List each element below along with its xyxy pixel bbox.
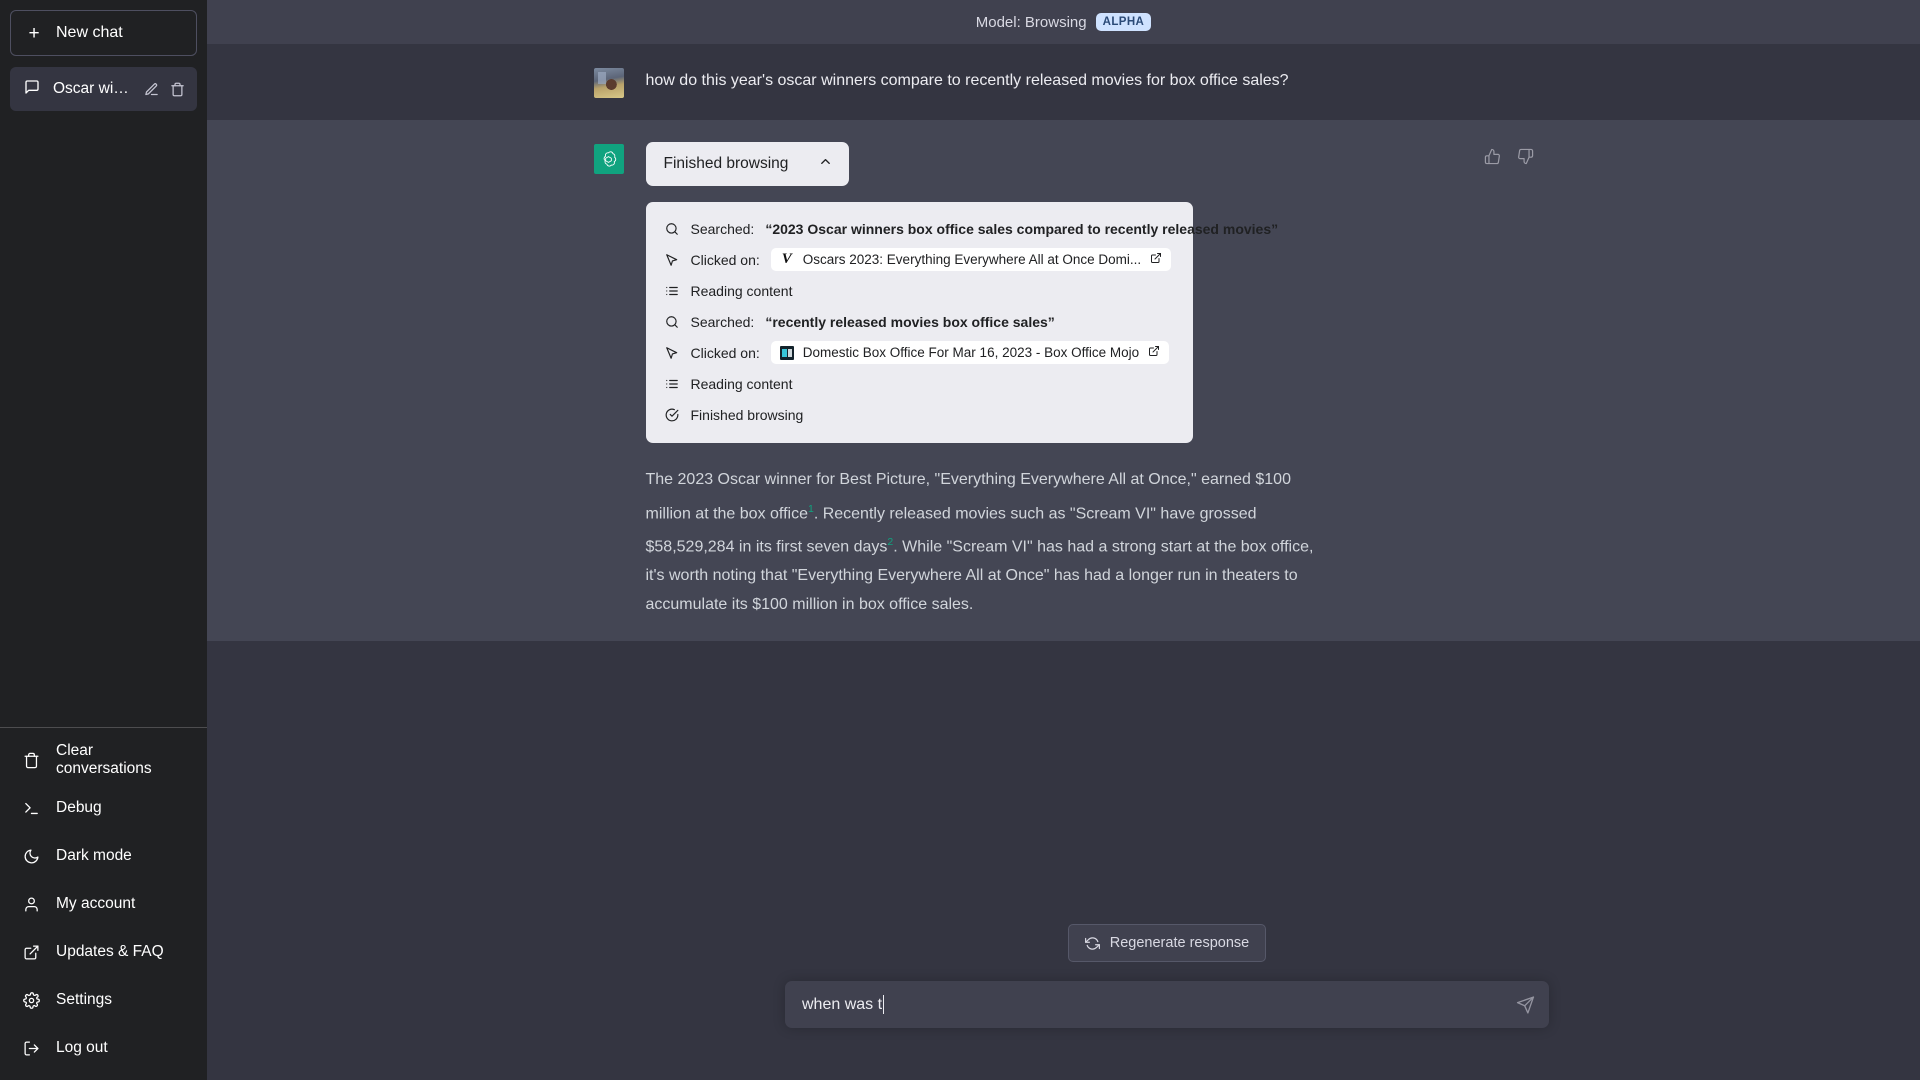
- sidebar-item-log-out[interactable]: Log out: [0, 1024, 207, 1072]
- user-message-body: how do this year's oscar winners compare…: [646, 66, 1534, 98]
- search-icon: [664, 221, 680, 237]
- external-link-icon: [1148, 345, 1160, 360]
- conversation-list: Oscar winners: [10, 67, 197, 111]
- list-icon: [664, 376, 680, 392]
- source-link-chip-variety[interactable]: V Oscars 2023: Everything Everywhere All…: [771, 248, 1171, 271]
- sidebar-menu: Clear conversations Debug Dark mode My a…: [0, 727, 207, 1080]
- finished-browsing-label: Finished browsing: [664, 155, 789, 173]
- new-chat-button[interactable]: + New chat: [10, 10, 197, 56]
- sidebar-item-label: Log out: [56, 1039, 108, 1057]
- moon-icon: [22, 847, 40, 865]
- user-message-row: how do this year's oscar winners compare…: [207, 44, 1920, 120]
- message-input[interactable]: when was t: [802, 995, 1501, 1014]
- browse-step-click-2: Clicked on: Domestic Box Office For Mar …: [664, 340, 1175, 365]
- browsing-steps-panel: Searched: “2023 Oscar winners box office…: [646, 202, 1193, 443]
- thumbs-down-icon[interactable]: [1517, 148, 1534, 165]
- assistant-answer-text: The 2023 Oscar winner for Best Picture, …: [646, 466, 1336, 619]
- main-area: Model: Browsing ALPHA how do this year's…: [207, 0, 1920, 1080]
- sidebar-item-debug[interactable]: Debug: [0, 784, 207, 832]
- step-label: Finished browsing: [691, 407, 804, 423]
- external-link-icon: [22, 943, 40, 961]
- browse-step-search-2: Searched: “recently released movies box …: [664, 309, 1175, 334]
- list-icon: [664, 283, 680, 299]
- person-icon: [22, 895, 40, 913]
- sidebar-item-clear-conversations[interactable]: Clear conversations: [0, 736, 207, 784]
- gear-icon: [22, 991, 40, 1009]
- conversation-title: Oscar winners: [53, 80, 131, 98]
- browse-step-click-1: Clicked on: V Oscars 2023: Everything Ev…: [664, 247, 1175, 272]
- message-inner: Finished browsing Searched: [594, 120, 1534, 641]
- assistant-message-row: Finished browsing Searched: [207, 120, 1920, 641]
- new-chat-label: New chat: [56, 24, 123, 42]
- conversation-actions: [144, 82, 185, 97]
- browse-step-search-1: Searched: “2023 Oscar winners box office…: [664, 216, 1175, 241]
- variety-favicon-icon: V: [780, 253, 794, 267]
- sidebar-item-my-account[interactable]: My account: [0, 880, 207, 928]
- browse-step-reading-2: Reading content: [664, 371, 1175, 396]
- sidebar-item-settings[interactable]: Settings: [0, 976, 207, 1024]
- source-link-title: Domestic Box Office For Mar 16, 2023 - B…: [803, 345, 1139, 360]
- step-label: Searched:: [691, 314, 755, 330]
- step-label: Reading content: [691, 376, 793, 392]
- source-link-chip-boxofficemojo[interactable]: Domestic Box Office For Mar 16, 2023 - B…: [771, 341, 1169, 364]
- regenerate-response-label: Regenerate response: [1110, 935, 1249, 951]
- avatar: [594, 142, 624, 619]
- alpha-badge: ALPHA: [1096, 13, 1152, 31]
- refresh-icon: [1085, 936, 1100, 951]
- composer-zone: Regenerate response when was t: [414, 908, 1920, 1080]
- browse-step-reading-1: Reading content: [664, 278, 1175, 303]
- sidebar-item-updates-faq[interactable]: Updates & FAQ: [0, 928, 207, 976]
- assistant-message-body: Finished browsing Searched: [646, 142, 1442, 619]
- message-inner: how do this year's oscar winners compare…: [594, 44, 1534, 120]
- user-message-text: how do this year's oscar winners compare…: [646, 66, 1534, 95]
- logout-icon: [22, 1039, 40, 1057]
- browse-step-finished: Finished browsing: [664, 402, 1175, 427]
- check-circle-icon: [664, 407, 680, 423]
- step-query: “2023 Oscar winners box office sales com…: [765, 221, 1278, 237]
- model-label: Model: Browsing: [976, 14, 1087, 31]
- step-label: Reading content: [691, 283, 793, 299]
- cursor-icon: [664, 252, 680, 268]
- message-input-value: when was t: [802, 996, 882, 1014]
- sidebar-item-label: Updates & FAQ: [56, 943, 164, 961]
- terminal-icon: [22, 799, 40, 817]
- chat-bubble-icon: [24, 79, 40, 100]
- sidebar: + New chat Oscar winners: [0, 0, 207, 1080]
- chatgpt-logo-icon: [594, 144, 624, 174]
- plus-icon: +: [26, 24, 42, 43]
- regenerate-response-button[interactable]: Regenerate response: [1068, 924, 1266, 962]
- boxofficemojo-favicon-icon: [780, 346, 794, 360]
- message-composer[interactable]: when was t: [785, 981, 1549, 1028]
- external-link-icon: [1150, 252, 1162, 267]
- thumbs-up-icon[interactable]: [1484, 148, 1501, 165]
- sidebar-item-label: Settings: [56, 991, 112, 1009]
- model-bar: Model: Browsing ALPHA: [207, 0, 1920, 44]
- step-query: “recently released movies box office sal…: [765, 314, 1054, 330]
- user-avatar-image: [594, 68, 624, 98]
- step-label: Clicked on:: [691, 345, 760, 361]
- step-label: Searched:: [691, 221, 755, 237]
- sidebar-spacer: [10, 111, 197, 727]
- trash-icon[interactable]: [170, 82, 185, 97]
- sidebar-item-dark-mode[interactable]: Dark mode: [0, 832, 207, 880]
- sidebar-item-label: My account: [56, 895, 135, 913]
- send-button[interactable]: [1516, 995, 1535, 1014]
- step-label: Clicked on:: [691, 252, 760, 268]
- finished-browsing-toggle[interactable]: Finished browsing: [646, 142, 850, 186]
- source-link-title: Oscars 2023: Everything Everywhere All a…: [803, 252, 1141, 267]
- chatgpt-app: + New chat Oscar winners: [0, 0, 1920, 1080]
- feedback-controls: [1484, 142, 1534, 619]
- sidebar-item-label: Debug: [56, 799, 102, 817]
- sidebar-item-oscar-winners[interactable]: Oscar winners: [10, 67, 197, 111]
- cursor-icon: [664, 345, 680, 361]
- trash-icon: [22, 751, 40, 769]
- sidebar-item-label: Dark mode: [56, 847, 132, 865]
- avatar: [594, 66, 624, 98]
- pencil-icon[interactable]: [144, 82, 159, 97]
- text-caret: [883, 995, 884, 1014]
- chevron-up-icon: [818, 154, 833, 174]
- search-icon: [664, 314, 680, 330]
- sidebar-item-label: Clear conversations: [56, 742, 185, 778]
